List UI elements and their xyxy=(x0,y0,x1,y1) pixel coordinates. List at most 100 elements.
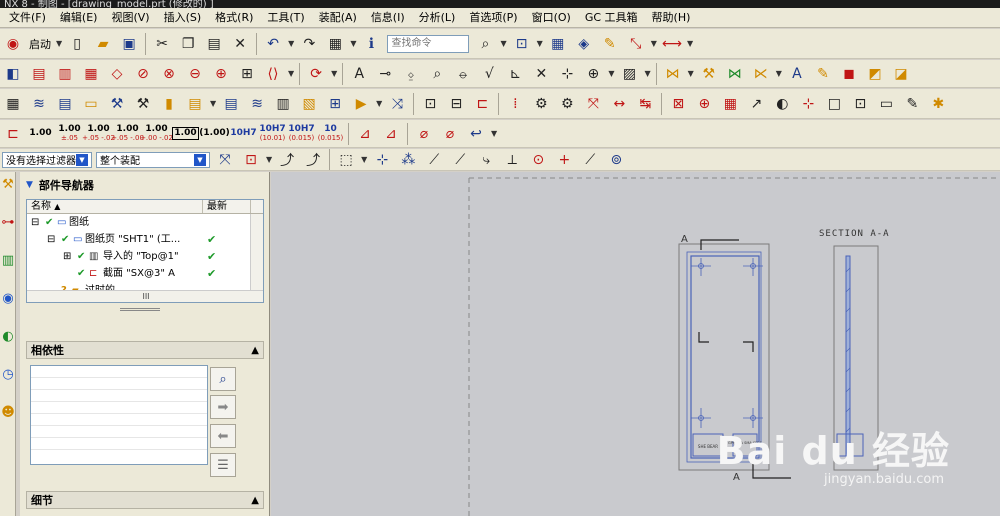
assembly-scope-dropdown[interactable]: 整个装配 ▼ xyxy=(96,151,210,168)
column-latest-header[interactable]: 最新 xyxy=(203,200,251,213)
back-button[interactable]: ⬅ xyxy=(210,424,236,448)
part-navigator-header[interactable]: ▼ 部件导航器 xyxy=(20,172,269,198)
command-search-input[interactable] xyxy=(387,34,470,53)
midpoint-icon[interactable]: ⟋ xyxy=(449,149,471,170)
section-view-icon[interactable]: ◇ xyxy=(106,63,128,85)
cut-icon[interactable]: ✂ xyxy=(151,33,173,55)
info-icon[interactable]: ℹ xyxy=(360,33,382,55)
annotation-edit-icon[interactable]: ✎ xyxy=(812,63,834,85)
search-icon[interactable]: ⌕ xyxy=(474,33,496,55)
stack-icon[interactable]: ▤ xyxy=(54,93,76,115)
new-file-icon[interactable]: ▯ xyxy=(66,33,88,55)
film-icon[interactable]: ▥ xyxy=(272,93,294,115)
chevron-down-icon[interactable]: ▼ xyxy=(266,155,272,164)
menu-view[interactable]: 视图(V) xyxy=(104,8,156,28)
calendar-icon[interactable]: ▦ xyxy=(719,93,741,115)
arrow-icon[interactable]: ↗ xyxy=(745,93,767,115)
collapse-icon[interactable]: ⊟ xyxy=(31,214,39,231)
drawing-canvas[interactable]: SHE BEAR GPF-BEA SMA SERE A A SECTION A-… xyxy=(271,172,1000,516)
rotate-icon[interactable]: ⤧ xyxy=(582,93,604,115)
layer-stack-icon[interactable]: ≋ xyxy=(246,93,268,115)
view-frame-icon[interactable]: ⊟ xyxy=(445,93,467,115)
tree-row[interactable]: ⊟ ✔ ▭ 图纸 xyxy=(27,214,263,231)
details-panel-header[interactable]: 细节 ▲ xyxy=(26,491,264,509)
open-folder-icon[interactable]: ▰ xyxy=(92,33,114,55)
dim-upper-tolerance-button[interactable]: 1.00 +.05 -.00 xyxy=(111,122,144,146)
intersection-icon[interactable]: + xyxy=(553,149,575,170)
block-icon[interactable]: ◪ xyxy=(890,63,912,85)
crosshatch-icon[interactable]: ✕ xyxy=(530,63,552,85)
chevron-down-icon[interactable]: ▼ xyxy=(500,39,506,48)
abc-dimension-icon[interactable]: ↹ xyxy=(634,93,656,115)
offset-icon[interactable]: ↔ xyxy=(608,93,630,115)
brush-icon[interactable]: ▧ xyxy=(298,93,320,115)
select-cursor-icon[interactable]: ⤧ xyxy=(214,149,236,170)
sphere-icon[interactable]: ◐ xyxy=(771,93,793,115)
chevron-down-icon[interactable]: ▼ xyxy=(288,69,294,78)
surface-finish-icon[interactable]: √ xyxy=(478,63,500,85)
base-view-icon[interactable]: ▤ xyxy=(28,63,50,85)
revolved-section-icon[interactable]: ⊗ xyxy=(158,63,180,85)
layer-settings-icon[interactable]: ≋ xyxy=(28,93,50,115)
constraint-navigator-icon[interactable]: ⊶ xyxy=(0,210,16,234)
dim-fit-button[interactable]: 10H7 xyxy=(230,122,257,146)
snap-icon[interactable]: ⤴ xyxy=(276,149,298,170)
dim-lower-tolerance-button[interactable]: 1.00 +.00 -.02 xyxy=(140,122,173,146)
selection-filter-dropdown[interactable]: 没有选择过滤器 ▼ xyxy=(2,151,92,168)
tree-row[interactable]: ⊟ ✔ ▭ 图纸页 "SHT1" (工... ✔ xyxy=(27,231,263,248)
projected-view-icon[interactable]: ▥ xyxy=(54,63,76,85)
tangent-icon[interactable]: ⟋ xyxy=(579,149,601,170)
retain-dimension-icon[interactable]: ⊿ xyxy=(354,123,376,145)
chevron-down-icon[interactable]: ▼ xyxy=(687,39,693,48)
copy-icon[interactable]: ❐ xyxy=(177,33,199,55)
dim-fit-tolerance-button[interactable]: 10H7 (0.015) xyxy=(288,122,315,146)
move-component-icon[interactable]: ⋈ xyxy=(724,63,746,85)
reuse-library-icon[interactable]: ◉ xyxy=(0,286,16,310)
unfolded-section-icon[interactable]: ⊕ xyxy=(210,63,232,85)
dim-fit-limits-button[interactable]: 10H7 (10.01) xyxy=(259,122,286,146)
chevron-down-icon[interactable]: ▼ xyxy=(688,69,694,78)
menu-information[interactable]: 信息(I) xyxy=(364,8,412,28)
weld-symbol-icon[interactable]: ⊾ xyxy=(504,63,526,85)
chevron-down-icon[interactable]: ▼ xyxy=(491,129,497,138)
dim-nominal-button[interactable]: 1.00 xyxy=(27,122,54,146)
drawing-format-icon[interactable]: ▭ xyxy=(875,93,897,115)
chevron-down-icon[interactable]: ▼ xyxy=(376,99,382,108)
paste-icon[interactable]: ▤ xyxy=(203,33,225,55)
chevron-down-icon[interactable]: ▼ xyxy=(537,39,543,48)
endpoint-icon[interactable]: ⟋ xyxy=(423,149,445,170)
chevron-down-icon[interactable]: ▼ xyxy=(651,39,657,48)
chevron-down-icon[interactable]: ▼ xyxy=(361,155,367,164)
undo-icon[interactable]: ↶ xyxy=(262,33,284,55)
chevron-down-icon[interactable]: ▼ xyxy=(776,69,782,78)
assembly-icon[interactable]: ⋈ xyxy=(662,63,684,85)
select-box-icon[interactable]: ⊡ xyxy=(240,149,262,170)
web-browser-icon[interactable]: ◐ xyxy=(0,324,16,348)
menu-tools[interactable]: 工具(T) xyxy=(260,8,311,28)
zoom-icon[interactable]: ⌕ xyxy=(426,63,448,85)
half-section-icon[interactable]: ⊘ xyxy=(132,63,154,85)
dim-bilateral-button[interactable]: 1.00 ±.05 xyxy=(56,122,83,146)
start-menu-button[interactable]: 启动 xyxy=(29,36,51,52)
dashed-grid-icon[interactable]: ⁞ xyxy=(504,93,526,115)
break-view-icon[interactable]: ⊞ xyxy=(236,63,258,85)
snap-alt-icon[interactable]: ⤴ xyxy=(302,149,324,170)
image-icon[interactable]: ▨ xyxy=(618,63,640,85)
dim-unilateral-button[interactable]: 1.00 +.05 -.02 xyxy=(82,122,115,146)
paint-icon[interactable]: ✎ xyxy=(599,33,621,55)
perpendicular-icon[interactable]: ⟂ xyxy=(501,149,523,170)
menu-file[interactable]: 文件(F) xyxy=(2,8,53,28)
note-icon[interactable]: ⊡ xyxy=(849,93,871,115)
tree-horizontal-scrollbar[interactable]: III xyxy=(27,290,263,302)
coordinate-icon[interactable]: ⊹ xyxy=(797,93,819,115)
chevron-down-icon[interactable]: ▼ xyxy=(210,99,216,108)
part-navigator-icon[interactable]: ▥ xyxy=(0,248,16,272)
collapse-icon[interactable]: ⊟ xyxy=(47,231,55,248)
update-view-icon[interactable]: ⟳ xyxy=(305,63,327,85)
reset-dimension-icon[interactable]: ⊿ xyxy=(380,123,402,145)
view-icon[interactable]: ▦ xyxy=(324,33,346,55)
orient-icon[interactable]: ⤨ xyxy=(386,93,408,115)
chevron-down-icon[interactable]: ▼ xyxy=(350,39,356,48)
target-point-icon[interactable]: ⊹ xyxy=(556,63,578,85)
chevron-up-icon[interactable]: ▲ xyxy=(251,345,259,356)
